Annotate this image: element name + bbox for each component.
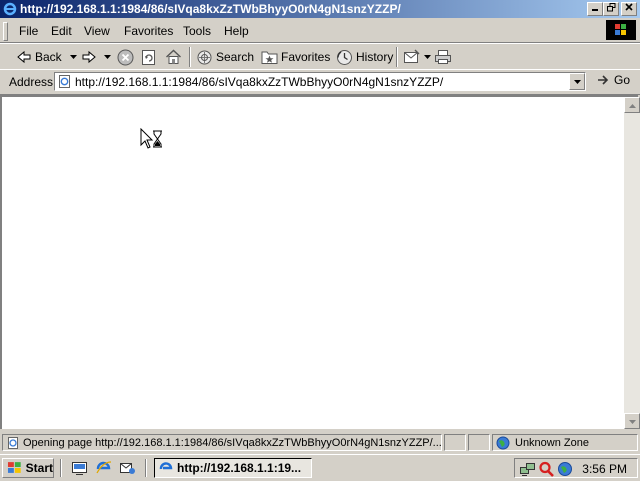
taskbar-separator: [145, 459, 147, 477]
history-icon: [337, 49, 352, 65]
window-title: http://192.168.1.1:1984/86/sIVqa8kxZzTWb…: [20, 2, 401, 16]
start-button[interactable]: Start: [2, 458, 54, 478]
menu-grip[interactable]: [3, 22, 8, 41]
menu-file[interactable]: File: [19, 24, 38, 38]
go-arrow-icon: [598, 75, 609, 85]
page-icon: [59, 75, 70, 88]
chevron-down-icon: [574, 80, 581, 84]
go-label: Go: [614, 73, 631, 87]
go-button[interactable]: Go: [596, 73, 630, 87]
taskbar-separator: [60, 459, 62, 477]
print-button[interactable]: [434, 47, 455, 67]
refresh-button[interactable]: [141, 47, 160, 67]
page-loading-icon: [8, 437, 18, 449]
forward-button[interactable]: [81, 47, 114, 67]
favorites-label: Favorites: [281, 50, 331, 64]
scroll-down-icon: [629, 420, 636, 424]
home-button[interactable]: [165, 47, 185, 67]
history-label: History: [356, 50, 394, 64]
menu-favorites[interactable]: Favorites: [124, 24, 173, 38]
search-label: Search: [216, 50, 255, 64]
favorites-icon: [261, 51, 278, 64]
address-bar: Address http://192.168.1.1:1984/86/sIVqa…: [0, 69, 640, 95]
address-input[interactable]: http://192.168.1.1:1984/86/sIVqa8kxZzTWb…: [54, 72, 586, 91]
restore-icon: [606, 3, 615, 12]
search-button[interactable]: Search: [196, 47, 254, 67]
scroll-up-icon: [629, 104, 636, 108]
scroll-up-button[interactable]: [624, 97, 640, 113]
status-pane-security: [468, 434, 490, 451]
chevron-down-icon[interactable]: [69, 55, 77, 59]
home-icon: [166, 49, 181, 64]
back-button[interactable]: Back: [16, 47, 80, 67]
history-button[interactable]: History: [336, 47, 393, 67]
menu-help[interactable]: Help: [224, 24, 249, 38]
start-label: Start: [25, 461, 53, 475]
menu-edit[interactable]: Edit: [51, 24, 72, 38]
network-icon[interactable]: [519, 461, 536, 477]
menu-bar: File Edit View Favorites Tools Help: [0, 19, 640, 43]
close-button[interactable]: [621, 2, 637, 16]
menu-view[interactable]: View: [84, 24, 110, 38]
system-tray: 3:56 PM: [514, 458, 638, 478]
task-button-ie[interactable]: http://192.168.1.1:19...: [154, 458, 312, 478]
minimize-icon: [592, 9, 598, 11]
show-desktop-icon[interactable]: [71, 460, 88, 476]
stop-icon: [117, 49, 134, 65]
internet-explorer-icon[interactable]: [95, 460, 112, 476]
page-content[interactable]: [0, 95, 638, 429]
busy-cursor-icon: [140, 128, 162, 149]
mail-icon: [404, 49, 420, 63]
stop-button[interactable]: [117, 47, 137, 67]
windows-flag-icon: [615, 24, 626, 35]
mail-button[interactable]: [403, 47, 434, 67]
close-icon: [625, 3, 633, 11]
minimize-button[interactable]: [587, 2, 603, 16]
scroll-down-button[interactable]: [624, 413, 640, 429]
menu-tools[interactable]: Tools: [183, 24, 211, 38]
search-icon: [197, 50, 212, 64]
clock[interactable]: 3:56 PM: [582, 462, 627, 476]
ie-icon: [159, 462, 173, 470]
status-bar: Opening page http://192.168.1.1:1984/86/…: [0, 433, 640, 452]
volume-globe-icon[interactable]: [557, 461, 574, 477]
standard-toolbar: Back Search Favorites History: [0, 43, 640, 70]
back-arrow-icon: [17, 50, 31, 64]
address-url[interactable]: http://192.168.1.1:1984/86/sIVqa8kxZzTWb…: [75, 75, 443, 89]
outlook-express-icon[interactable]: [119, 460, 136, 476]
address-label: Address: [9, 75, 54, 89]
globe-icon: [496, 436, 510, 450]
title-bar[interactable]: http://192.168.1.1:1984/86/sIVqa8kxZzTWb…: [0, 0, 640, 18]
security-zone[interactable]: Unknown Zone: [492, 434, 638, 451]
status-text: Opening page http://192.168.1.1:1984/86/…: [23, 437, 442, 449]
vertical-scrollbar[interactable]: [624, 97, 640, 429]
task-button-label: http://192.168.1.1:19...: [177, 461, 302, 475]
status-message: Opening page http://192.168.1.1:1984/86/…: [2, 434, 442, 451]
refresh-icon: [142, 49, 155, 65]
windows-logo: [606, 20, 636, 40]
toolbar-separator: [189, 47, 191, 67]
taskbar: Start http://192.168.1.1:19... 3:56 PM: [0, 454, 640, 481]
ie-icon: [3, 2, 17, 16]
zone-label: Unknown Zone: [515, 437, 589, 449]
favorites-button[interactable]: Favorites: [261, 47, 330, 67]
chevron-down-icon[interactable]: [104, 55, 111, 59]
search-tray-icon[interactable]: [538, 461, 555, 477]
chevron-down-icon[interactable]: [424, 55, 431, 59]
address-dropdown-button[interactable]: [569, 73, 585, 90]
status-pane-progress: [444, 434, 466, 451]
windows-flag-icon: [7, 462, 21, 473]
toolbar-separator: [396, 47, 398, 67]
back-label: Back: [35, 50, 62, 64]
forward-arrow-icon: [82, 50, 96, 64]
print-icon: [435, 50, 451, 64]
restore-button[interactable]: [603, 2, 619, 16]
